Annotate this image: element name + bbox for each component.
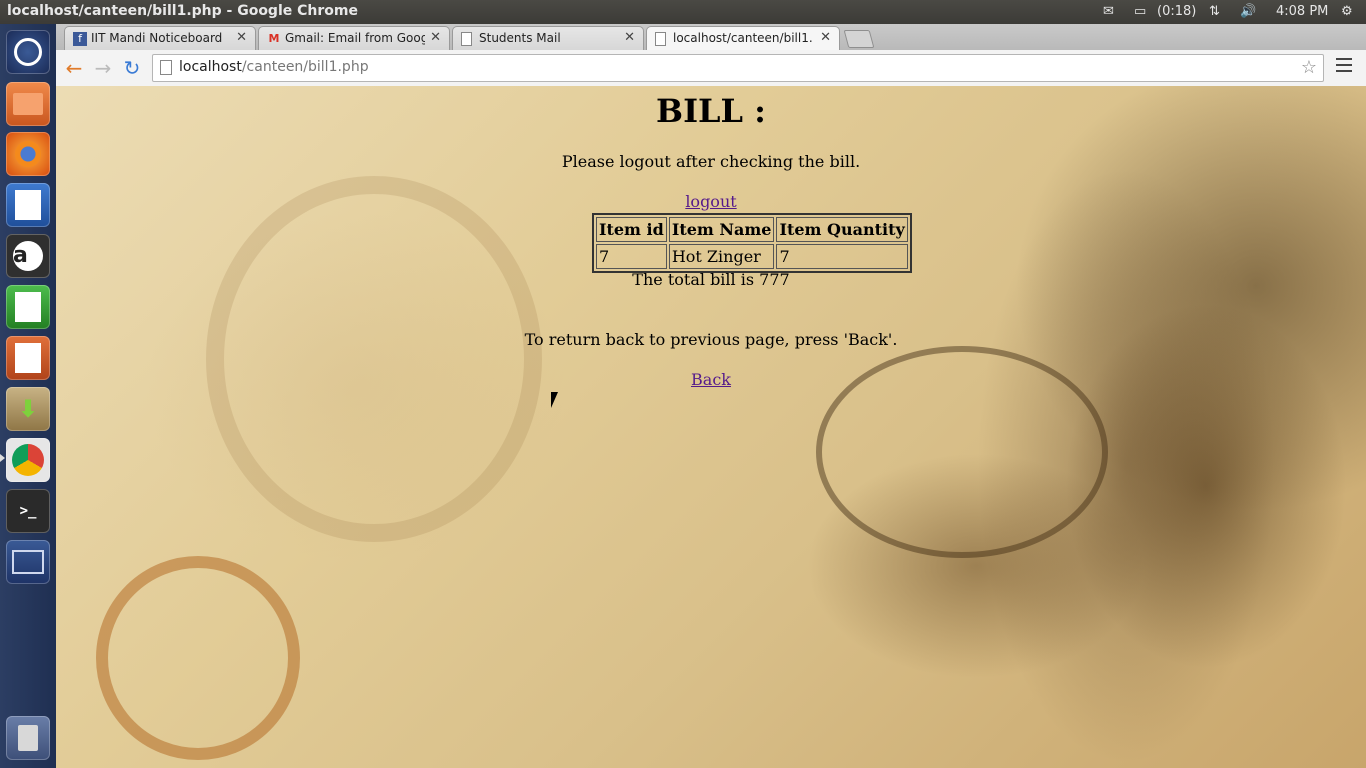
column-header: Item id [596, 217, 667, 242]
workspace-switcher-icon[interactable] [6, 540, 50, 584]
page-icon [655, 32, 666, 46]
top-panel: localhost/canteen/bill1.php - Google Chr… [0, 0, 1366, 24]
tab-iit-mandi-noticeboard[interactable]: f IIT Mandi Noticeboard ✕ [64, 26, 256, 51]
battery-icon[interactable]: ▭ [1134, 4, 1146, 19]
tab-students-mail[interactable]: Students Mail ✕ [452, 26, 644, 51]
table-row: 7 Hot Zinger 7 [596, 244, 908, 269]
tab-strip: f IIT Mandi Noticeboard ✕ M Gmail: Email… [56, 24, 1366, 51]
battery-time[interactable]: (0:18) [1157, 4, 1196, 19]
table-cell: 7 [596, 244, 667, 269]
address-bar[interactable]: localhost/canteen/bill1.php ☆ [152, 54, 1324, 82]
close-tab-icon[interactable]: ✕ [236, 30, 247, 45]
page-info-icon[interactable] [160, 60, 172, 75]
close-tab-icon[interactable]: ✕ [820, 30, 831, 45]
page-content: BILL : Please logout after checking the … [56, 86, 1366, 768]
total-bill: The total bill is 777 [632, 270, 790, 289]
facebook-icon: f [73, 32, 87, 46]
tab-label: Students Mail [479, 31, 561, 45]
url-path: /canteen/bill1.php [241, 59, 369, 75]
chrome-menu-icon[interactable] [1336, 58, 1352, 76]
window-title: localhost/canteen/bill1.php - Google Chr… [7, 3, 358, 19]
tab-gmail[interactable]: M Gmail: Email from Google ✕ [258, 26, 450, 51]
url-host: localhost [179, 59, 242, 75]
mouse-cursor-icon [551, 392, 565, 408]
files-icon[interactable] [6, 82, 50, 126]
bill-table: Item id Item Name Item Quantity 7 Hot Zi… [592, 213, 912, 273]
logout-link[interactable]: logout [685, 192, 736, 211]
chrome-icon[interactable] [6, 438, 50, 482]
writer-icon[interactable] [6, 183, 50, 227]
table-cell: 7 [776, 244, 908, 269]
column-header: Item Quantity [776, 217, 908, 242]
back-instruction: To return back to previous page, press '… [524, 330, 898, 349]
archive-manager-icon[interactable]: ⬇ [6, 387, 50, 431]
back-link[interactable]: Back [691, 370, 731, 389]
launcher: a ⬇ >_ [0, 24, 57, 768]
calc-icon[interactable] [6, 285, 50, 329]
logout-instruction: Please logout after checking the bill. [561, 152, 861, 171]
column-header: Item Name [668, 217, 775, 242]
trash-icon[interactable] [6, 716, 50, 760]
back-arrow-icon[interactable]: ← [62, 56, 86, 80]
table-cell: Hot Zinger [668, 244, 775, 269]
coffee-ring-decoration [206, 176, 542, 542]
tab-label: Gmail: Email from Google [285, 31, 425, 45]
network-icon[interactable]: ⇅ [1209, 4, 1220, 19]
mail-icon[interactable]: ✉ [1103, 4, 1114, 19]
url-text[interactable]: localhost/canteen/bill1.php [179, 59, 369, 75]
terminal-icon[interactable]: >_ [6, 489, 50, 533]
tab-label: localhost/canteen/bill1.p [673, 31, 813, 45]
firefox-icon[interactable] [6, 132, 50, 176]
tab-label: IIT Mandi Noticeboard [91, 31, 223, 45]
toolbar: ← → ↻ localhost/canteen/bill1.php ☆ [56, 50, 1366, 87]
dash-home-icon[interactable] [6, 30, 50, 74]
new-tab-button[interactable] [843, 30, 875, 48]
impress-icon[interactable] [6, 336, 50, 380]
running-indicator [0, 454, 5, 462]
bookmark-star-icon[interactable]: ☆ [1301, 57, 1317, 78]
table-header-row: Item id Item Name Item Quantity [596, 217, 908, 242]
close-tab-icon[interactable]: ✕ [430, 30, 441, 45]
settings-gear-icon[interactable]: ⚙ [1341, 4, 1353, 19]
page-title: BILL : [656, 92, 766, 130]
reload-icon[interactable]: ↻ [120, 56, 144, 80]
forward-arrow-icon[interactable]: → [91, 56, 115, 80]
coffee-pot-illustration [976, 166, 1276, 766]
clock[interactable]: 4:08 PM [1276, 4, 1328, 19]
gmail-icon: M [268, 32, 280, 45]
coffee-stain-decoration [96, 556, 300, 760]
page-icon [461, 32, 472, 46]
software-center-icon[interactable]: a [6, 234, 50, 278]
volume-icon[interactable]: 🔊 [1240, 4, 1256, 19]
tab-bill[interactable]: localhost/canteen/bill1.p ✕ [646, 26, 840, 51]
close-tab-icon[interactable]: ✕ [624, 30, 635, 45]
